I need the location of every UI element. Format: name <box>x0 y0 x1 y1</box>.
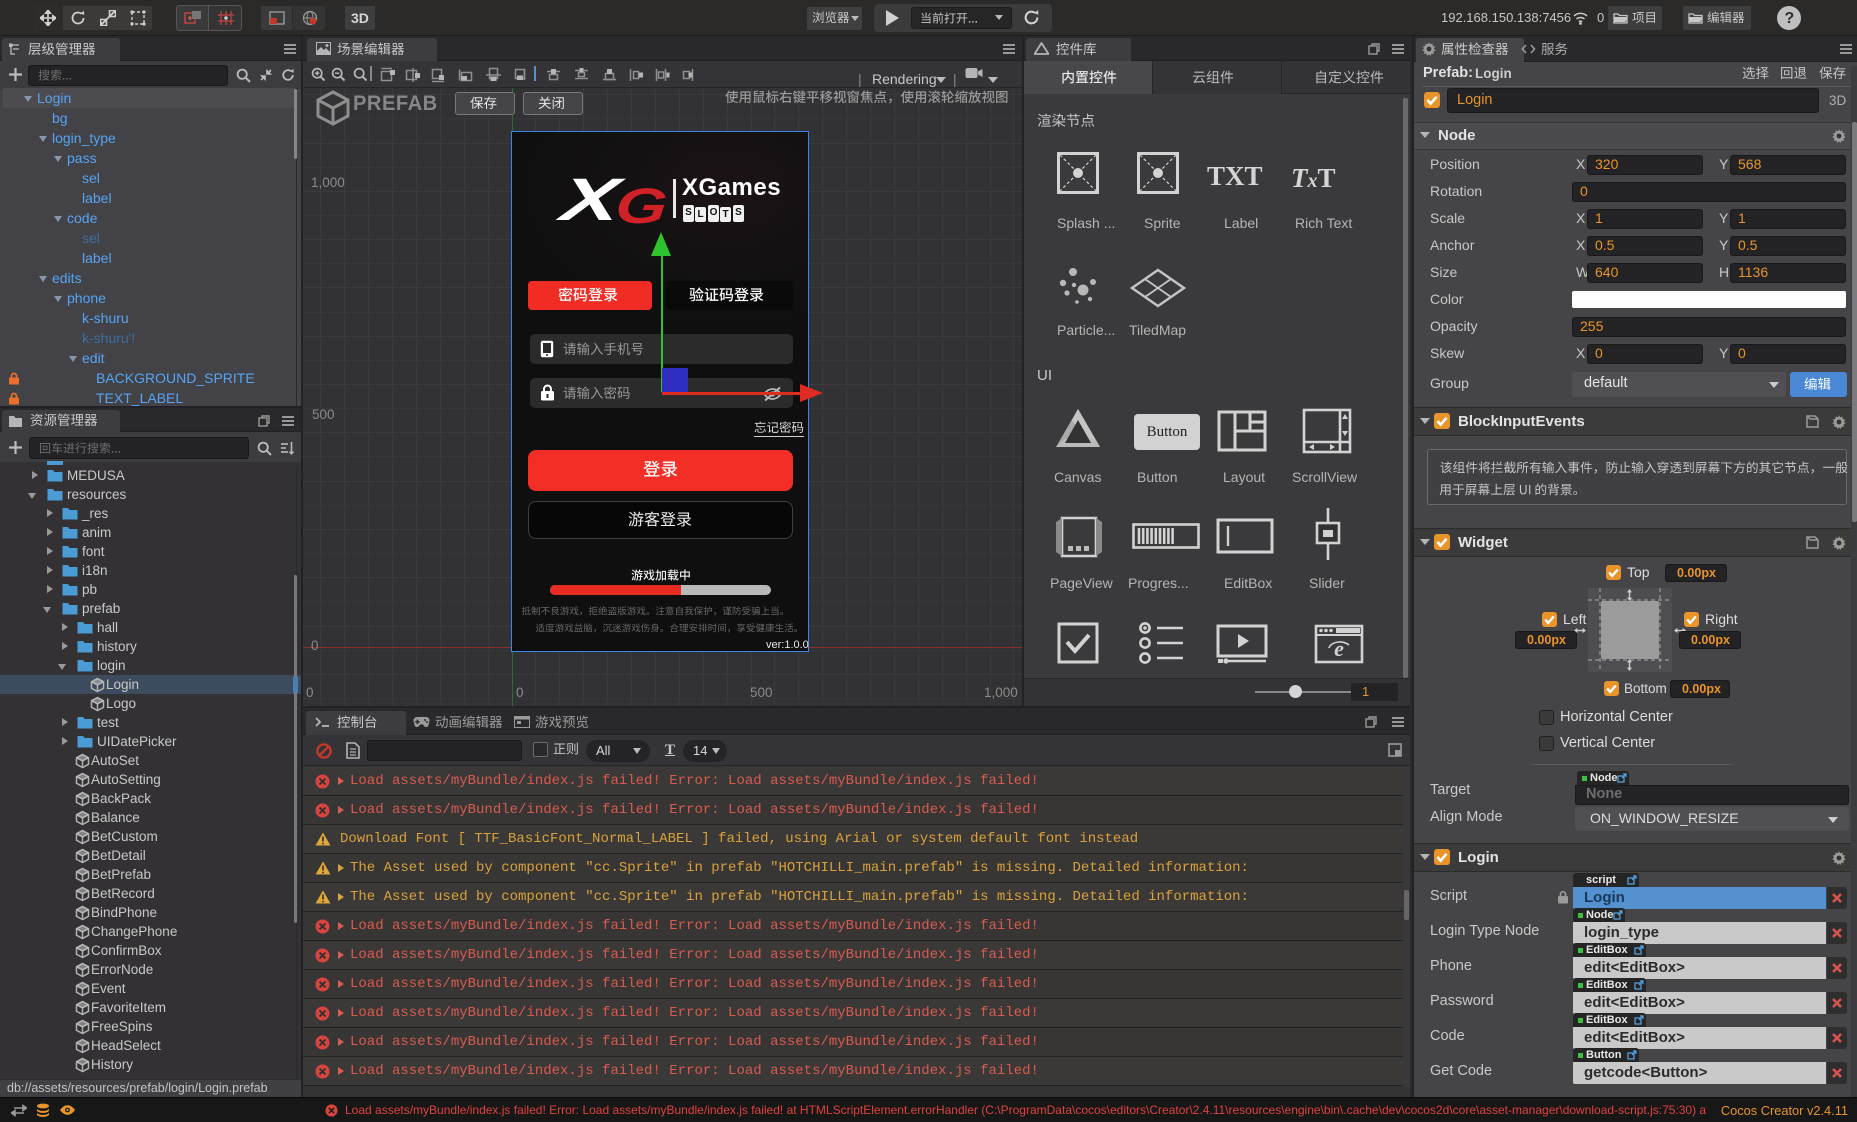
svg-text:e: e <box>1334 636 1344 661</box>
